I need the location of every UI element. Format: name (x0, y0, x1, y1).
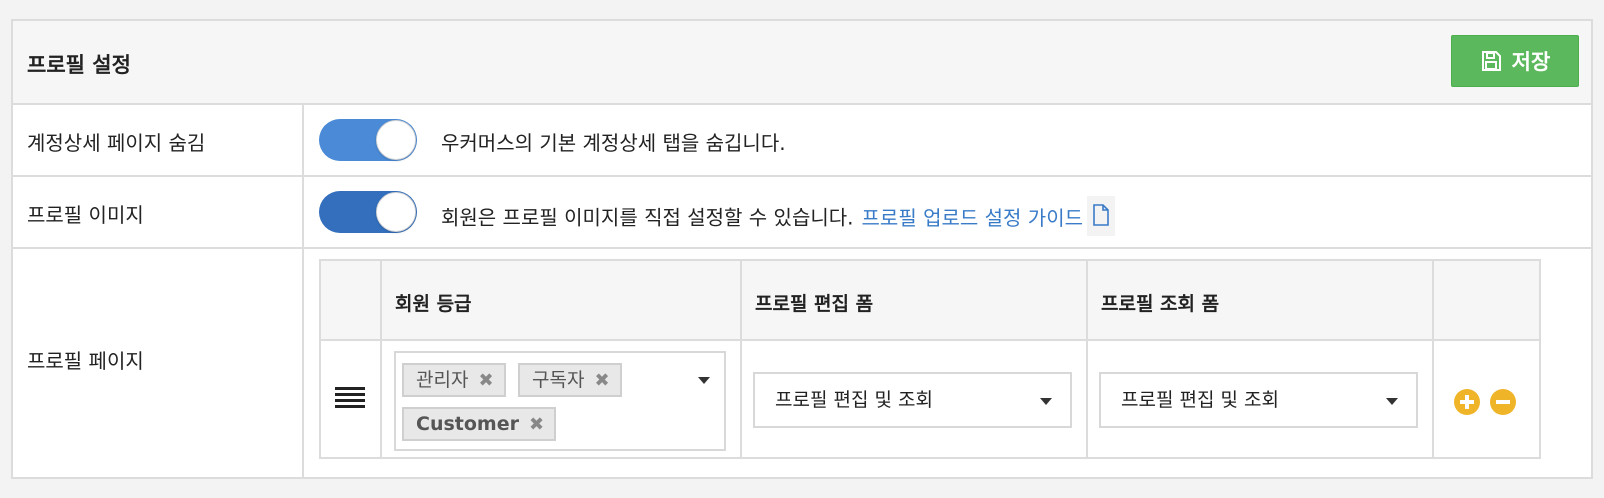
hide-account-details-toggle[interactable] (319, 119, 417, 161)
column-header-member-grade: 회원 등급 (395, 293, 472, 315)
grade-tag: 관리자 ✖ (402, 363, 506, 397)
profile-settings-panel: 프로필 설정 저장 계정상세 페이지 숨김 우커머스의 기본 계정상세 탭을 숨… (11, 19, 1593, 479)
document-icon[interactable] (1087, 196, 1115, 236)
member-grade-multiselect[interactable]: 관리자 ✖ 구독자 ✖ Customer ✖ (394, 351, 726, 451)
toggle-knob (376, 120, 416, 160)
chevron-down-icon[interactable] (698, 377, 710, 384)
grade-tag: 구독자 ✖ (518, 363, 622, 397)
remove-row-button[interactable] (1490, 389, 1516, 415)
remove-tag-icon[interactable]: ✖ (478, 370, 493, 391)
remove-tag-icon[interactable]: ✖ (529, 414, 544, 435)
setting-label: 프로필 페이지 (27, 349, 144, 373)
save-button[interactable]: 저장 (1451, 35, 1579, 87)
column-header-edit-form: 프로필 편집 폼 (755, 293, 874, 315)
column-header-view-form: 프로필 조회 폼 (1101, 293, 1220, 315)
view-form-select[interactable]: 프로필 편집 및 조회 (1099, 372, 1418, 428)
toggle-knob (376, 192, 416, 232)
setting-label: 계정상세 페이지 숨김 (27, 131, 206, 155)
setting-row-profile-image: 프로필 이미지 회원은 프로필 이미지를 직접 설정할 수 있습니다. 프로필 업… (13, 177, 1591, 249)
setting-label: 프로필 이미지 (27, 203, 144, 227)
setting-description-wrap: 회원은 프로필 이미지를 직접 설정할 수 있습니다. 프로필 업로드 설정 가이… (441, 196, 1115, 239)
drag-handle-icon[interactable] (335, 387, 365, 409)
panel-title: 프로필 설정 (27, 53, 131, 77)
grade-tag-label: 구독자 (532, 369, 585, 391)
profile-image-toggle[interactable] (319, 191, 417, 233)
edit-form-select-value: 프로필 편집 및 조회 (775, 389, 933, 411)
edit-form-select[interactable]: 프로필 편집 및 조회 (753, 372, 1072, 428)
grade-tag-label: Customer (416, 413, 519, 435)
grade-tag: Customer ✖ (402, 407, 557, 441)
grade-tag-label: 관리자 (416, 369, 469, 391)
setting-description: 회원은 프로필 이미지를 직접 설정할 수 있습니다. (441, 205, 854, 230)
profile-page-table: 회원 등급 프로필 편집 폼 프로필 조회 폼 관리자 ✖ 구독자 ✖ Custom… (319, 259, 1541, 459)
save-button-label: 저장 (1511, 50, 1551, 74)
panel-header: 프로필 설정 저장 (13, 21, 1591, 105)
setting-row-hide-account-details: 계정상세 페이지 숨김 우커머스의 기본 계정상세 탭을 숨깁니다. (13, 105, 1591, 177)
chevron-down-icon (1040, 398, 1052, 405)
floppy-disk-icon (1481, 51, 1501, 71)
add-row-button[interactable] (1454, 389, 1480, 415)
profile-upload-guide-link[interactable]: 프로필 업로드 설정 가이드 (862, 206, 1083, 230)
remove-tag-icon[interactable]: ✖ (594, 370, 609, 391)
chevron-down-icon (1386, 398, 1398, 405)
setting-row-profile-page: 프로필 페이지 회원 등급 프로필 편집 폼 프로필 조회 폼 관리자 ✖ 구독자… (13, 249, 1591, 479)
setting-description: 우커머스의 기본 계정상세 탭을 숨깁니다. (441, 131, 786, 155)
table-header: 회원 등급 프로필 편집 폼 프로필 조회 폼 (321, 261, 1539, 341)
view-form-select-value: 프로필 편집 및 조회 (1121, 389, 1279, 411)
